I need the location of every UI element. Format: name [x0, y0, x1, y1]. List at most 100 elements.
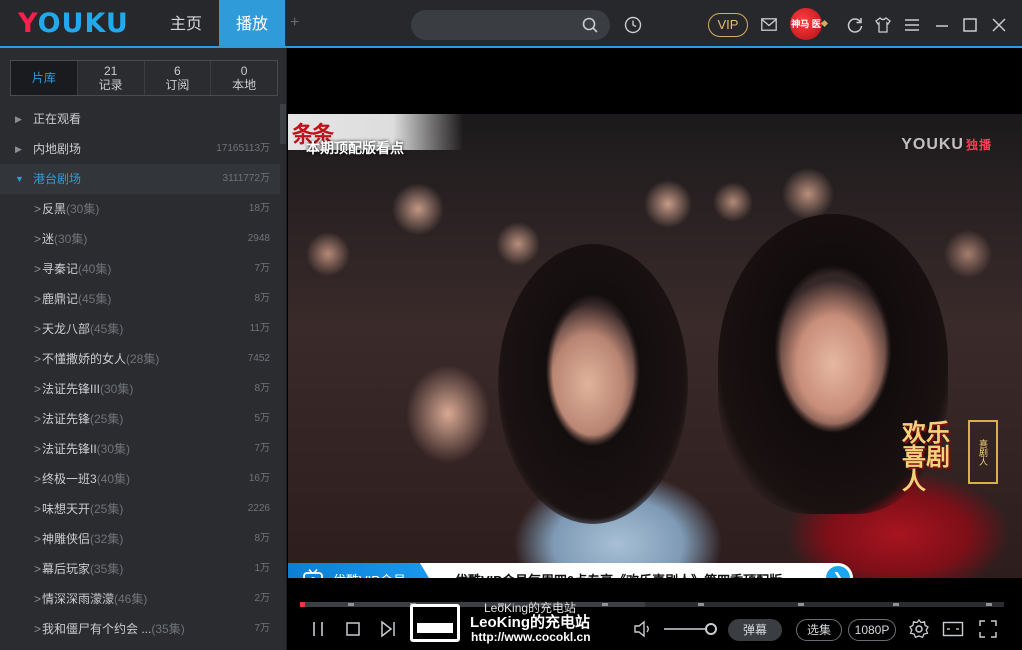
tab-local[interactable]: 0 本地 — [211, 61, 277, 95]
chevron-right-icon: > — [34, 532, 42, 546]
top-bar: YOUKU 主页 播放 + VIP 神马 医子 — [0, 0, 1022, 61]
show-item[interactable]: > 情深深雨濛濛(46集) 2万 — [0, 584, 280, 614]
show-views: 8万 — [254, 533, 270, 544]
show-item[interactable]: > 味想天开(25集) 2226 — [0, 494, 280, 524]
category-mainland[interactable]: ▶ 内地剧场 17165113万 — [0, 134, 280, 164]
show-item[interactable]: > 法证先锋II(30集) 7万 — [0, 434, 280, 464]
progress-marker[interactable] — [798, 603, 804, 606]
next-icon[interactable] — [380, 618, 396, 640]
chevron-right-icon: > — [34, 592, 42, 606]
tab-library[interactable]: 片库 — [11, 61, 78, 95]
chevron-right-icon: > — [34, 382, 42, 396]
add-tab-button[interactable]: + — [290, 14, 299, 32]
show-views: 7452 — [247, 353, 270, 364]
show-views: 8万 — [254, 293, 270, 304]
show-views: 7万 — [254, 263, 270, 274]
category-count: 17165113万 — [216, 143, 270, 154]
progress-marker[interactable] — [348, 603, 354, 606]
volume-icon[interactable] — [633, 618, 653, 640]
show-episodes: (30集) — [96, 442, 131, 456]
search-input[interactable] — [411, 10, 610, 40]
show-views: 11万 — [249, 323, 270, 334]
show-item[interactable]: > 鹿鼎记(45集) 8万 — [0, 284, 280, 314]
minimize-icon[interactable] — [933, 16, 951, 34]
tab-history[interactable]: 21 记录 — [78, 61, 145, 95]
chevron-right-icon: > — [34, 472, 42, 486]
pause-icon[interactable] — [310, 618, 326, 640]
search-icon[interactable] — [582, 17, 598, 33]
category-hk-tw[interactable]: ▼ 港台剧场 3111772万 — [0, 164, 280, 194]
video-player[interactable]: 条条 本期顶配版看点 YOUKU独播 欢乐喜剧人 喜剧人 优酷VIP会员 优酷V… — [288, 50, 1022, 650]
picture-mode-icon[interactable] — [942, 618, 964, 640]
show-item[interactable]: > 法证先锋(25集) 5万 — [0, 404, 280, 434]
progress-marker[interactable] — [602, 603, 608, 606]
close-icon[interactable] — [990, 16, 1008, 34]
chevron-right-icon: > — [34, 502, 42, 516]
vip-button[interactable]: VIP — [708, 13, 748, 37]
show-episodes: (30集) — [100, 382, 134, 396]
show-episodes: (28集) — [126, 352, 160, 366]
chevron-right-icon: > — [34, 202, 42, 216]
fullscreen-icon[interactable] — [978, 618, 998, 640]
vip-banner-text: 优酷VIP会员每周四0点专享《欢乐喜剧人》第四季顶配版 — [455, 570, 782, 578]
sidebar-scrollbar[interactable] — [280, 104, 286, 650]
vip-promo-banner[interactable]: 优酷VIP会员 优酷VIP会员每周四0点专享《欢乐喜剧人》第四季顶配版 ❯ — [288, 563, 853, 578]
show-item[interactable]: > 神雕侠侣(32集) 8万 — [0, 524, 280, 554]
show-title: 鹿鼎记(45集) — [42, 292, 112, 306]
watermark-logo — [410, 604, 460, 642]
history-icon[interactable] — [624, 16, 642, 34]
skin-icon[interactable] — [874, 16, 892, 34]
tab-play[interactable]: 播放 — [219, 0, 285, 46]
settings-icon[interactable] — [908, 618, 930, 640]
show-title: 不懂撒娇的女人(28集) — [42, 352, 160, 366]
show-views: 18万 — [248, 203, 270, 214]
show-item[interactable]: > 天龙八部(45集) 11万 — [0, 314, 280, 344]
show-title: 神雕侠侣(32集) — [42, 532, 124, 546]
trophy-logo: 喜剧人 — [968, 420, 998, 484]
show-item[interactable]: > 反黑(30集) 18万 — [0, 194, 280, 224]
menu-icon[interactable] — [903, 16, 921, 34]
sidebar: 片库 21 记录 6 订阅 0 本地 ▶ 正在观看 ▶ 内地剧场 17165113万 … — [0, 48, 287, 650]
history-count: 21 — [103, 64, 118, 78]
vip-banner-label: 优酷VIP会员 — [333, 570, 406, 578]
volume-knob[interactable] — [705, 623, 717, 635]
show-episodes: (40集) — [78, 262, 112, 276]
show-item[interactable]: > 不懂撒娇的女人(28集) 7452 — [0, 344, 280, 374]
show-item[interactable]: > 幕后玩家(35集) 1万 — [0, 554, 280, 584]
youku-logo[interactable]: YOUKU — [18, 8, 129, 39]
show-item[interactable]: > 我和僵尸有个约会 ...(35集) 7万 — [0, 614, 280, 644]
quality-button[interactable]: 1080P — [848, 619, 896, 641]
show-views: 7万 — [254, 443, 270, 454]
banner-arrow-icon[interactable]: ❯ — [826, 566, 850, 578]
stop-icon[interactable] — [346, 618, 360, 640]
category-watching[interactable]: ▶ 正在观看 — [0, 104, 280, 134]
avatar[interactable]: 神马 医子 — [790, 8, 822, 61]
show-episodes: (25集) — [90, 412, 124, 426]
progress-marker[interactable] — [986, 603, 992, 606]
sidebar-scroll-thumb[interactable] — [280, 104, 286, 144]
video-frame[interactable]: 条条 本期顶配版看点 YOUKU独播 欢乐喜剧人 喜剧人 优酷VIP会员 优酷V… — [288, 114, 1022, 578]
tab-subscriptions[interactable]: 6 订阅 — [145, 61, 212, 95]
show-item[interactable]: > 寻秦记(40集) 7万 — [0, 254, 280, 284]
local-count: 0 — [240, 64, 248, 78]
show-episodes: (45集) — [78, 292, 112, 306]
tab-history-label: 记录 — [98, 78, 123, 92]
episode-select-button[interactable]: 选集 — [796, 619, 842, 641]
refresh-icon[interactable] — [846, 16, 864, 34]
mail-icon[interactable] — [761, 18, 777, 31]
tab-home[interactable]: 主页 — [153, 0, 219, 46]
show-episodes: (45集) — [90, 322, 124, 336]
show-item[interactable]: > 法证先锋III(30集) 8万 — [0, 374, 280, 404]
chevron-right-icon: > — [34, 412, 42, 426]
progress-marker[interactable] — [893, 603, 899, 606]
show-title: 味想天开(25集) — [42, 502, 124, 516]
show-item[interactable]: > 终极一班3(40集) 16万 — [0, 464, 280, 494]
progress-bar[interactable] — [300, 602, 1004, 607]
progress-marker[interactable] — [698, 603, 704, 606]
maximize-icon[interactable] — [961, 16, 979, 34]
chevron-right-icon: > — [34, 562, 42, 576]
show-episodes: (46集) — [114, 592, 148, 606]
show-views: 2万 — [254, 593, 270, 604]
show-item[interactable]: > 迷(30集) 2948 — [0, 224, 280, 254]
danmu-toggle[interactable]: 弹幕 — [728, 619, 782, 641]
